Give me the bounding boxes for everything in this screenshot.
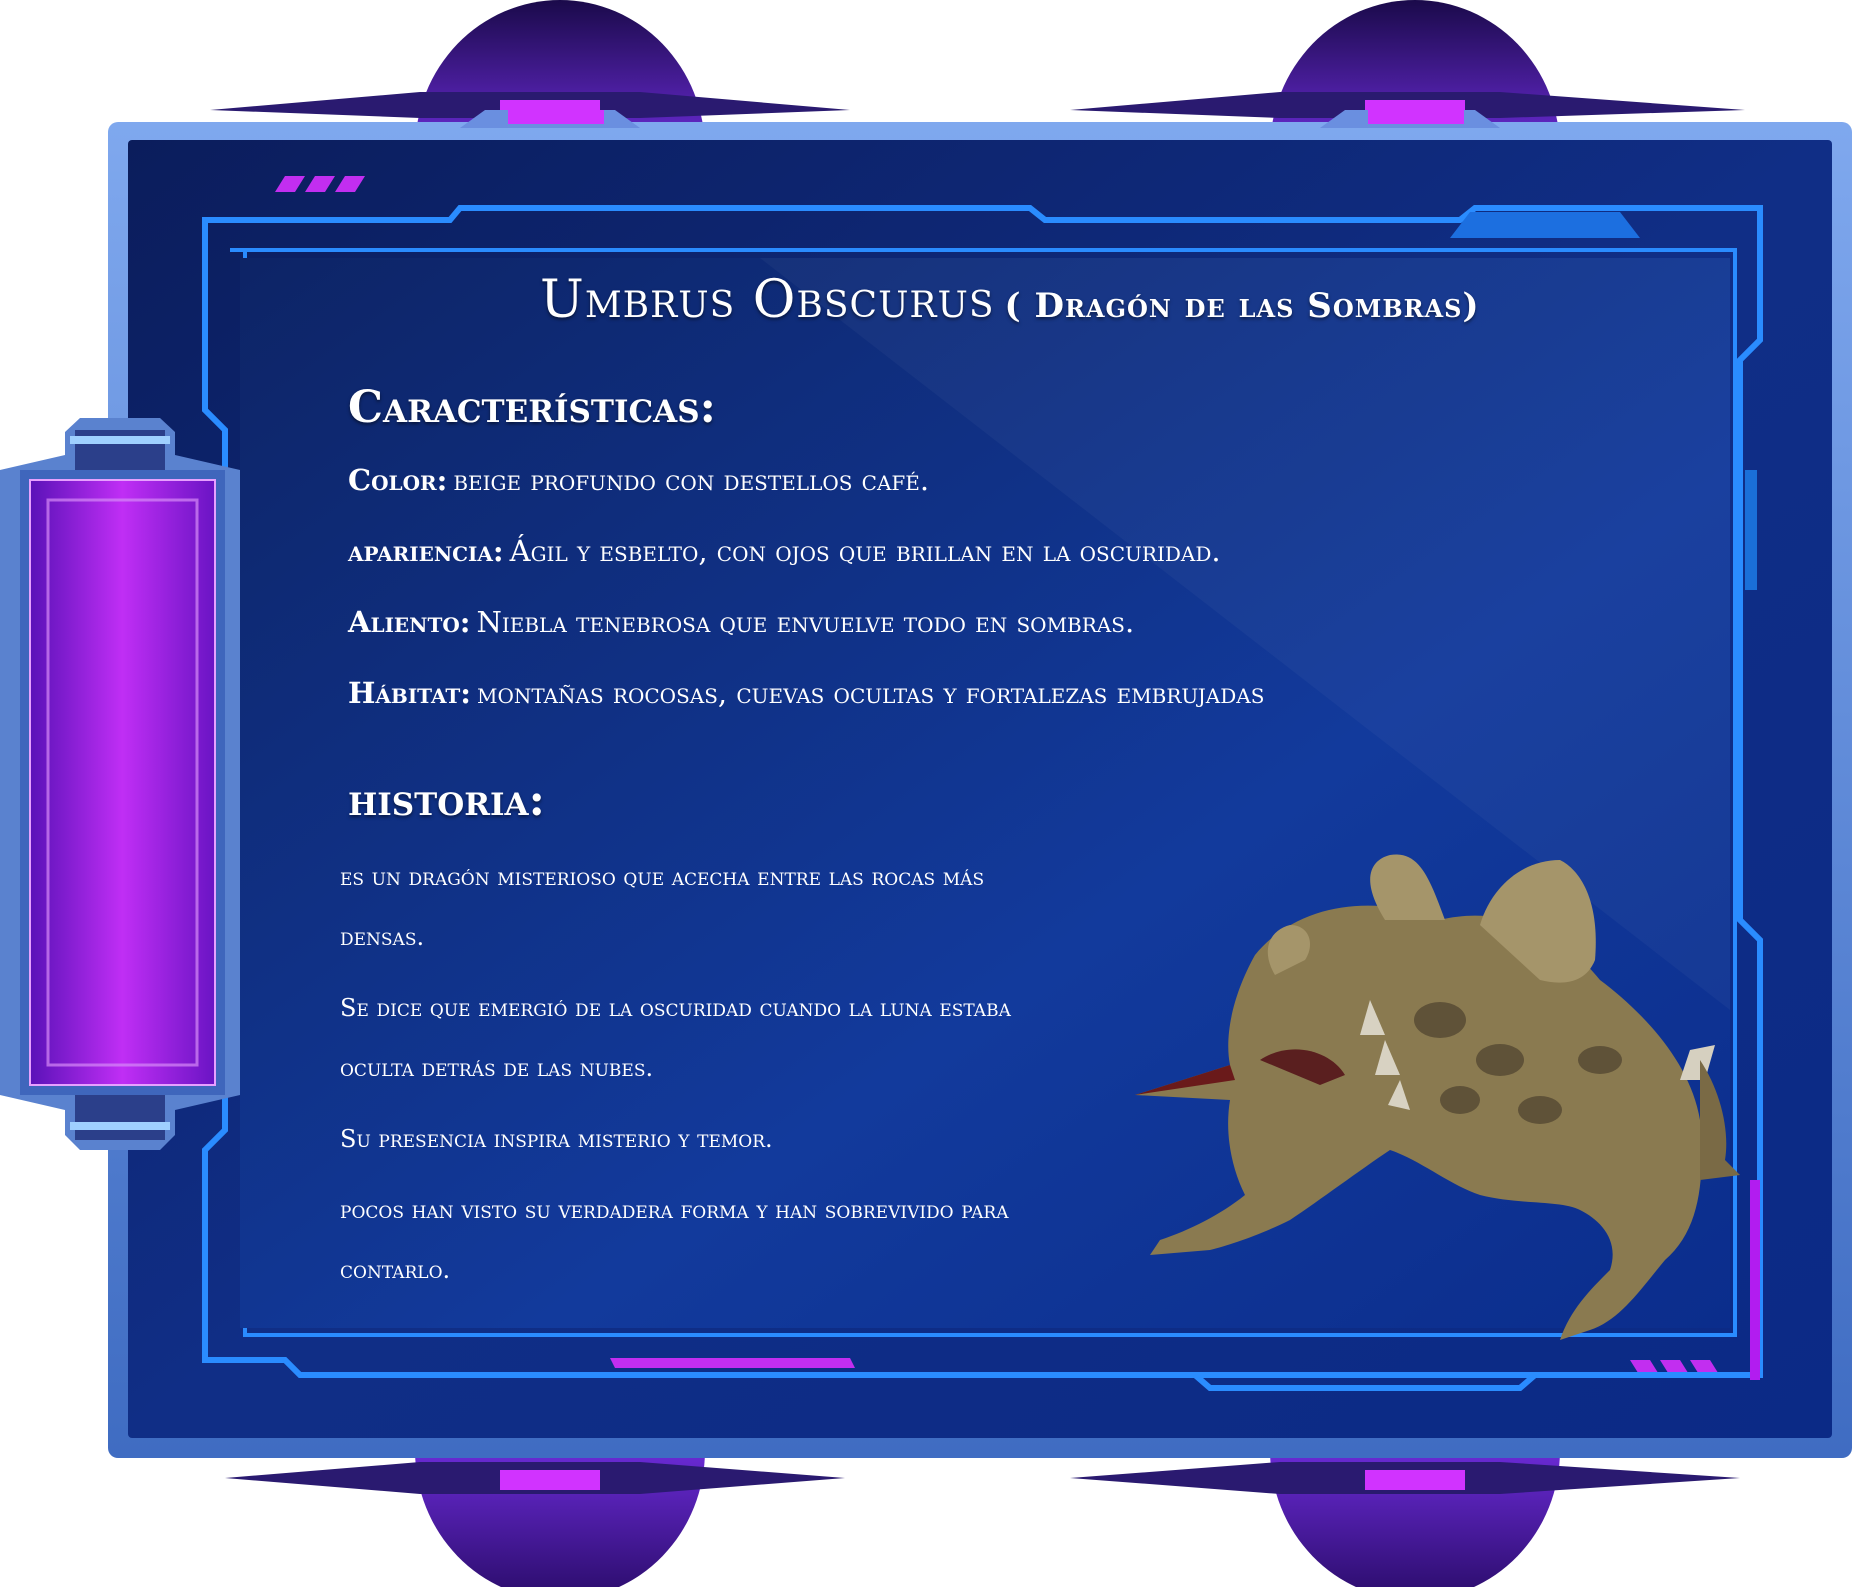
stat-value: beige profundo con destellos café. xyxy=(453,463,930,497)
caracteristicas-heading: Características: xyxy=(348,382,716,433)
historia-line: contarlo. xyxy=(340,1256,451,1284)
stat-row-color: Color: beige profundo con destellos café. xyxy=(348,463,929,497)
title-sub: ( Dragón de las Sombras) xyxy=(1004,286,1480,326)
title-main: Umbrus Obscurus xyxy=(540,270,995,330)
stat-value: Ágil y esbelto, con ojos que brillan en … xyxy=(509,534,1221,568)
stat-label: Color: xyxy=(348,463,448,497)
historia-line: es un dragón misterioso que acecha entre… xyxy=(340,863,985,891)
stat-label: apariencia: xyxy=(348,534,504,568)
creature-title: Umbrus Obscurus( Dragón de las Sombras) xyxy=(540,270,1480,330)
historia-line: oculta detrás de las nubes. xyxy=(340,1054,654,1082)
stat-label: Aliento: xyxy=(348,605,471,639)
historia-heading: historia: xyxy=(348,775,545,826)
stat-value: Niebla tenebrosa que envuelve todo en so… xyxy=(476,605,1135,639)
stat-label: Hábitat: xyxy=(348,676,471,710)
card-frame xyxy=(0,0,1852,1587)
stat-row-apariencia: apariencia: Ágil y esbelto, con ojos que … xyxy=(348,534,1221,568)
stat-value: montañas rocosas, cuevas ocultas y forta… xyxy=(476,676,1265,710)
historia-line: pocos han visto su verdadera forma y han… xyxy=(340,1196,1009,1224)
historia-line: densas. xyxy=(340,923,425,951)
historia-line: Se dice que emergió de la oscuridad cuan… xyxy=(340,994,1011,1022)
purple-gem-side-ornament xyxy=(0,418,240,1150)
stripe-decor-top xyxy=(275,176,365,192)
historia-line: Su presencia inspira misterio y temor. xyxy=(340,1125,773,1153)
stat-row-aliento: Aliento: Niebla tenebrosa que envuelve to… xyxy=(348,605,1134,639)
stat-row-habitat: Hábitat: montañas rocosas, cuevas ocultas… xyxy=(348,676,1264,710)
creature-card: Umbrus Obscurus( Dragón de las Sombras) … xyxy=(0,0,1858,1587)
